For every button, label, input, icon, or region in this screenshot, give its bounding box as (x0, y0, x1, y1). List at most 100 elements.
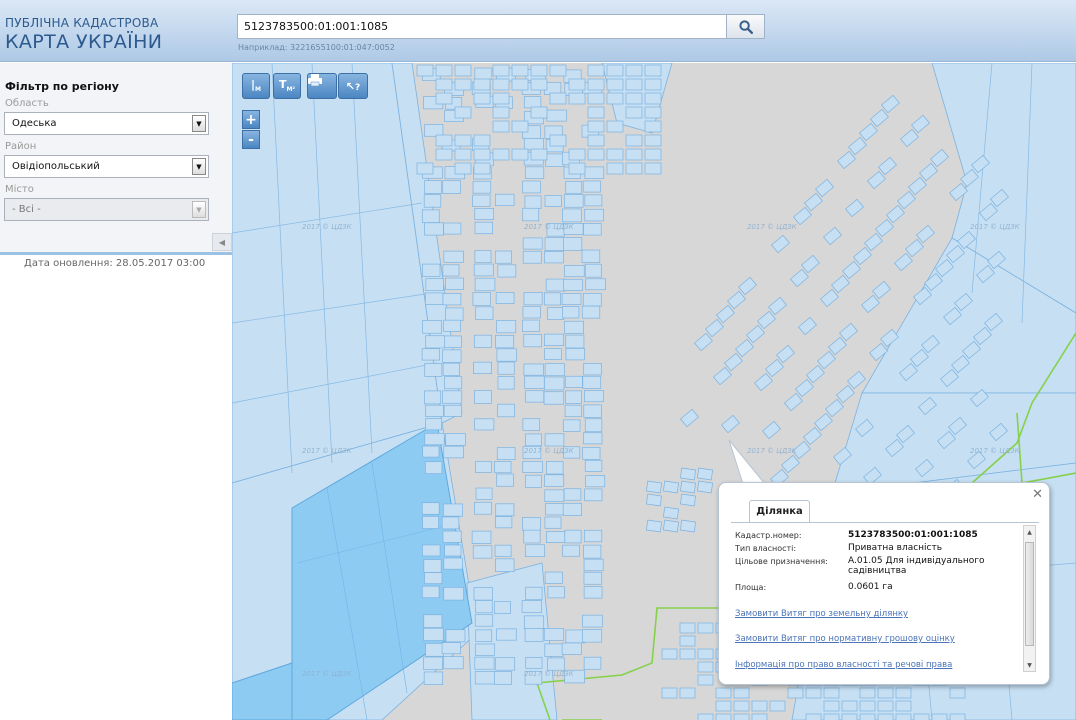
parcel[interactable] (798, 316, 817, 336)
parcel[interactable] (443, 222, 462, 235)
parcel[interactable] (546, 657, 565, 671)
parcel[interactable] (471, 530, 492, 544)
parcel[interactable] (425, 278, 444, 291)
parcel[interactable] (606, 78, 624, 91)
parcel[interactable] (546, 461, 564, 475)
parcel[interactable] (443, 250, 464, 263)
parcel[interactable] (859, 122, 878, 142)
parcel[interactable] (435, 92, 453, 105)
parcel[interactable] (765, 358, 784, 378)
parcel[interactable] (565, 334, 585, 349)
parcel[interactable] (472, 545, 493, 559)
parcel[interactable] (584, 390, 605, 403)
parcel[interactable] (523, 292, 543, 306)
parcel[interactable] (473, 263, 494, 277)
scroll-up-icon[interactable]: ▲ (1024, 526, 1035, 538)
parcel[interactable] (583, 223, 602, 236)
parcel[interactable] (473, 92, 491, 105)
parcel[interactable] (831, 274, 850, 294)
parcel[interactable] (867, 170, 886, 190)
parcel[interactable] (582, 375, 602, 389)
parcel[interactable] (625, 148, 643, 161)
parcel[interactable] (522, 237, 543, 250)
parcel[interactable] (525, 433, 543, 447)
parcel[interactable] (454, 106, 472, 119)
parcel[interactable] (823, 713, 840, 720)
parcel[interactable] (523, 138, 544, 151)
parcel[interactable] (475, 629, 493, 642)
chevron-down-icon[interactable]: ▼ (192, 115, 206, 132)
parcel[interactable] (842, 260, 861, 280)
parcel[interactable] (511, 64, 529, 77)
parcel[interactable] (424, 432, 445, 446)
parcel[interactable] (853, 246, 872, 266)
parcel[interactable] (790, 268, 809, 288)
parcel[interactable] (545, 278, 567, 292)
ruler-tool-button[interactable]: |M (242, 73, 270, 99)
chevron-down-icon[interactable]: ▼ (192, 158, 206, 175)
parcel[interactable] (697, 713, 714, 720)
parcel[interactable] (496, 447, 516, 461)
parcel[interactable] (521, 600, 542, 613)
parcel[interactable] (442, 180, 461, 194)
parcel[interactable] (847, 370, 866, 390)
parcel[interactable] (905, 238, 924, 258)
parcel[interactable] (495, 334, 515, 349)
parcel[interactable] (562, 502, 582, 516)
parcel[interactable] (454, 64, 472, 77)
parcel[interactable] (474, 208, 495, 220)
parcel[interactable] (697, 661, 714, 673)
parcel[interactable] (583, 656, 602, 670)
parcel[interactable] (715, 700, 732, 712)
parcel[interactable] (587, 106, 605, 119)
parcel[interactable] (836, 384, 855, 404)
parcel[interactable] (823, 687, 840, 699)
parcel[interactable] (474, 501, 492, 515)
parcel[interactable] (424, 222, 444, 236)
parcel[interactable] (496, 473, 514, 487)
parcel[interactable] (454, 162, 472, 175)
parcel[interactable] (733, 687, 750, 699)
parcel[interactable] (424, 363, 443, 377)
parcel[interactable] (511, 148, 529, 161)
parcel[interactable] (423, 671, 444, 685)
parcel[interactable] (423, 194, 442, 208)
parcel[interactable] (522, 306, 541, 319)
parcel[interactable] (738, 276, 757, 296)
parcel[interactable] (473, 587, 493, 601)
cadastral-map[interactable]: |M TM² ↖? + - 2017 © ЦДЗК 2017 © ЦДЗК 20… (232, 63, 1076, 720)
parcel[interactable] (606, 162, 624, 175)
parcel[interactable] (568, 92, 586, 105)
parcel[interactable] (584, 208, 604, 222)
parcel[interactable] (444, 335, 462, 348)
parcel[interactable] (523, 615, 545, 629)
parcel[interactable] (495, 657, 516, 671)
parcel[interactable] (524, 474, 542, 488)
parcel[interactable] (522, 207, 540, 222)
parcel[interactable] (494, 250, 512, 264)
parcel[interactable] (784, 392, 803, 412)
parcel[interactable] (475, 600, 493, 614)
parcel[interactable] (549, 134, 567, 147)
parcel[interactable] (530, 148, 548, 161)
parcel[interactable] (762, 420, 781, 440)
parcel[interactable] (525, 656, 543, 669)
parcel[interactable] (815, 178, 834, 198)
parcel[interactable] (582, 614, 603, 628)
parcel[interactable] (544, 571, 563, 584)
parcel[interactable] (495, 292, 515, 304)
parcel[interactable] (568, 148, 586, 161)
parcel[interactable] (525, 586, 543, 601)
parcel[interactable] (661, 687, 678, 699)
parcel[interactable] (497, 361, 515, 375)
parcel[interactable] (425, 643, 444, 657)
parcel[interactable] (421, 209, 440, 223)
parcel[interactable] (895, 700, 912, 712)
parcel[interactable] (565, 629, 586, 644)
parcel[interactable] (715, 713, 732, 720)
parcel[interactable] (916, 224, 935, 244)
parcel[interactable] (445, 629, 466, 643)
parcel[interactable] (492, 148, 510, 161)
parcel[interactable] (645, 480, 663, 494)
parcel[interactable] (563, 488, 582, 501)
